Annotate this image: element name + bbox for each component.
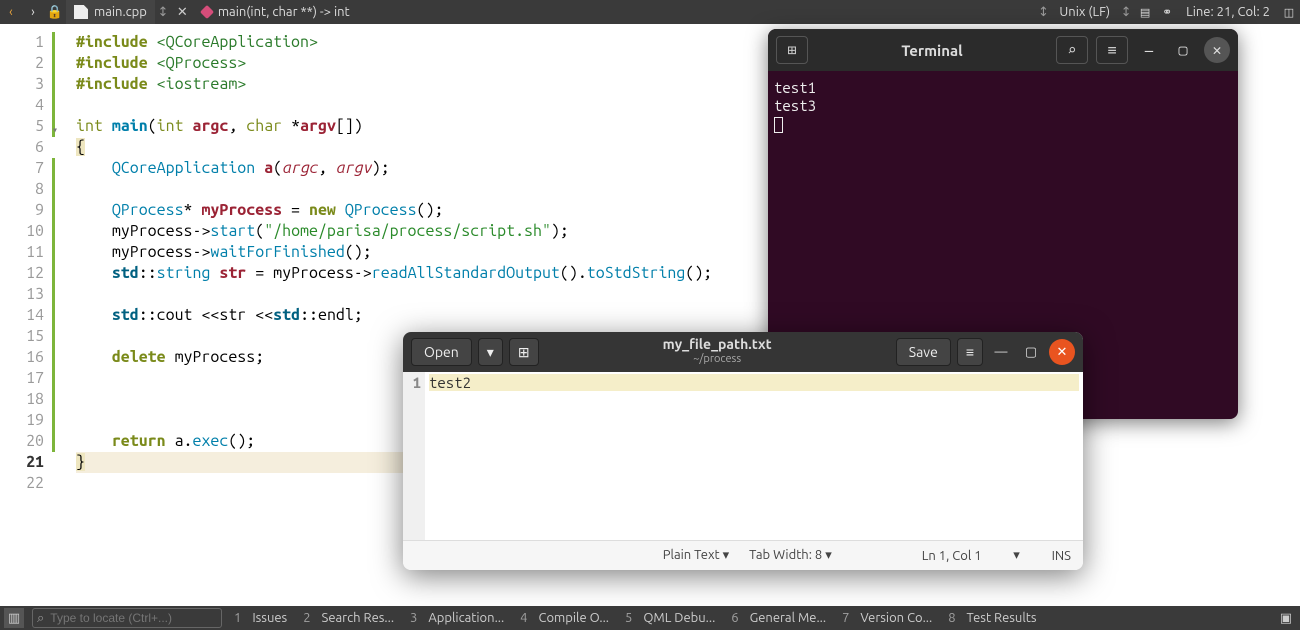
file-icon <box>74 5 88 19</box>
line-number: 11 <box>0 242 44 263</box>
terminal-search-button[interactable]: ⌕ <box>1056 36 1088 64</box>
terminal-output[interactable]: test1 test3 <box>768 71 1238 145</box>
line-number: 6 <box>0 137 44 158</box>
terminal-title: Terminal <box>816 42 1048 59</box>
locator-input[interactable] <box>50 611 217 625</box>
bottom-tab[interactable]: 3 Application... <box>402 606 512 630</box>
split-icon[interactable]: ◫ <box>1278 0 1300 24</box>
link-icon[interactable]: ⚭ <box>1156 0 1178 24</box>
terminal-menu-button[interactable]: ≡ <box>1096 36 1128 64</box>
line-number: 3 <box>0 74 44 95</box>
file-tab-label: main.cpp <box>94 5 147 19</box>
fold-icon[interactable]: ▾ <box>52 119 58 140</box>
line-number: 19 <box>0 410 44 431</box>
symbol-tab[interactable]: main(int, char **) -> int <box>194 0 358 24</box>
line-ending-label: Unix (LF) <box>1059 5 1110 19</box>
line-number-gutter: 1 2 3 4 5▾ 6 7 8 9 10 11 12 13 14 15 16 … <box>0 24 52 606</box>
terminal-new-tab-button[interactable]: ⊞ <box>776 36 808 64</box>
line-ending-selector[interactable]: Unix (LF) <box>1051 5 1118 19</box>
line-number: 10 <box>0 221 44 242</box>
file-tab[interactable]: main.cpp <box>66 0 155 24</box>
nav-forward-button[interactable]: › <box>22 0 44 24</box>
text-editor-body[interactable]: 1 test2 <box>403 372 1083 540</box>
open-dropdown-button[interactable]: ▾ <box>478 338 503 366</box>
line-number: 5▾ <box>0 116 44 137</box>
text-editor-window: Open ▾ ⊞ my_file_path.txt ~/process Save… <box>403 332 1083 570</box>
save-button[interactable]: Save <box>896 338 951 366</box>
panel-layout-icon[interactable]: ▥ <box>4 608 24 628</box>
bottom-tab[interactable]: 8 Test Results <box>940 606 1044 630</box>
panel-toggle-icon[interactable]: ▤ <box>1134 0 1156 24</box>
symbol-dropdown-icon[interactable]: ↕ <box>1035 5 1051 20</box>
bottom-tab[interactable]: 1 Issues <box>226 606 295 630</box>
line-number: 4 <box>0 95 44 116</box>
search-icon: ⌕ <box>37 611 44 626</box>
lock-icon: 🔒 <box>44 0 66 24</box>
gedit-minimize-button[interactable]: — <box>989 345 1013 359</box>
text-editor-content[interactable]: test2 <box>425 372 1083 540</box>
hamburger-menu-button[interactable]: ≡ <box>957 338 983 366</box>
line-number: 14 <box>0 305 44 326</box>
syntax-selector[interactable]: Plain Text ▾ <box>663 548 729 563</box>
gedit-line-number: 1 <box>403 374 421 391</box>
terminal-line: test1 <box>774 79 1232 97</box>
gedit-line: test2 <box>429 374 1079 391</box>
search-icon: ⌕ <box>1067 41 1076 59</box>
line-number: 15 <box>0 326 44 347</box>
chevron-down-icon[interactable]: ▾ <box>1002 548 1032 563</box>
gedit-close-button[interactable]: ✕ <box>1049 339 1075 365</box>
line-number: 16 <box>0 347 44 368</box>
terminal-line: test3 <box>774 97 1232 115</box>
insert-mode-label[interactable]: INS <box>1052 549 1071 563</box>
line-number: 13 <box>0 284 44 305</box>
text-editor-title: my_file_path.txt ~/process <box>545 337 890 367</box>
gedit-cursor-position[interactable]: Ln 1, Col 1 <box>922 549 982 563</box>
terminal-titlebar[interactable]: ⊞ Terminal ⌕ ≡ — ▢ ✕ <box>768 29 1238 71</box>
line-number: 22 <box>0 473 44 494</box>
bottom-tab[interactable]: 2 Search Res... <box>295 606 402 630</box>
nav-back-button[interactable]: ‹ <box>0 0 22 24</box>
line-number: 1 <box>0 32 44 53</box>
bottom-tab[interactable]: 7 Version Co... <box>834 606 940 630</box>
dirty-dot-icon <box>200 5 214 19</box>
terminal-maximize-button[interactable]: ▢ <box>1170 37 1196 63</box>
bottom-panel-bar: ▥ ⌕ 1 Issues2 Search Res...3 Application… <box>0 606 1300 630</box>
open-button[interactable]: Open <box>411 338 472 366</box>
symbol-tab-label: main(int, char **) -> int <box>218 5 350 19</box>
cursor-position[interactable]: Line: 21, Col: 2 <box>1178 5 1278 19</box>
tab-width-selector[interactable]: Tab Width: 8 ▾ <box>749 548 832 563</box>
bottom-tab[interactable]: 5 QML Debu... <box>617 606 723 630</box>
file-tab-dropdown-icon[interactable]: ↕ <box>155 5 171 20</box>
line-number: 18 <box>0 389 44 410</box>
top-tab-bar: ‹ › 🔒 main.cpp ↕ ✕ main(int, char **) ->… <box>0 0 1300 24</box>
gedit-gutter: 1 <box>403 372 425 540</box>
line-number: 2 <box>0 53 44 74</box>
line-number: 17 <box>0 368 44 389</box>
panel-close-icon[interactable]: ▣ <box>1272 606 1300 630</box>
text-editor-header[interactable]: Open ▾ ⊞ my_file_path.txt ~/process Save… <box>403 332 1083 372</box>
line-number: 8 <box>0 179 44 200</box>
bottom-tab[interactable]: 6 General Me... <box>723 606 834 630</box>
line-number: 12 <box>0 263 44 284</box>
terminal-cursor <box>774 117 783 133</box>
file-tab-close-icon[interactable]: ✕ <box>171 5 194 20</box>
line-number: 7 <box>0 158 44 179</box>
line-number: 21 <box>0 452 44 473</box>
terminal-minimize-button[interactable]: — <box>1136 37 1162 63</box>
line-ending-dropdown-icon[interactable]: ↕ <box>1118 5 1134 20</box>
cursor-position-label: Line: 21, Col: 2 <box>1186 5 1270 19</box>
gedit-maximize-button[interactable]: ▢ <box>1019 345 1043 360</box>
text-editor-statusbar: Plain Text ▾ Tab Width: 8 ▾ Ln 1, Col 1 … <box>403 540 1083 570</box>
line-number: 20 <box>0 431 44 452</box>
bottom-tab[interactable]: 4 Compile O... <box>512 606 617 630</box>
line-number: 9 <box>0 200 44 221</box>
new-tab-button[interactable]: ⊞ <box>509 338 539 366</box>
terminal-close-button[interactable]: ✕ <box>1204 37 1230 63</box>
locator-search[interactable]: ⌕ <box>32 608 222 628</box>
